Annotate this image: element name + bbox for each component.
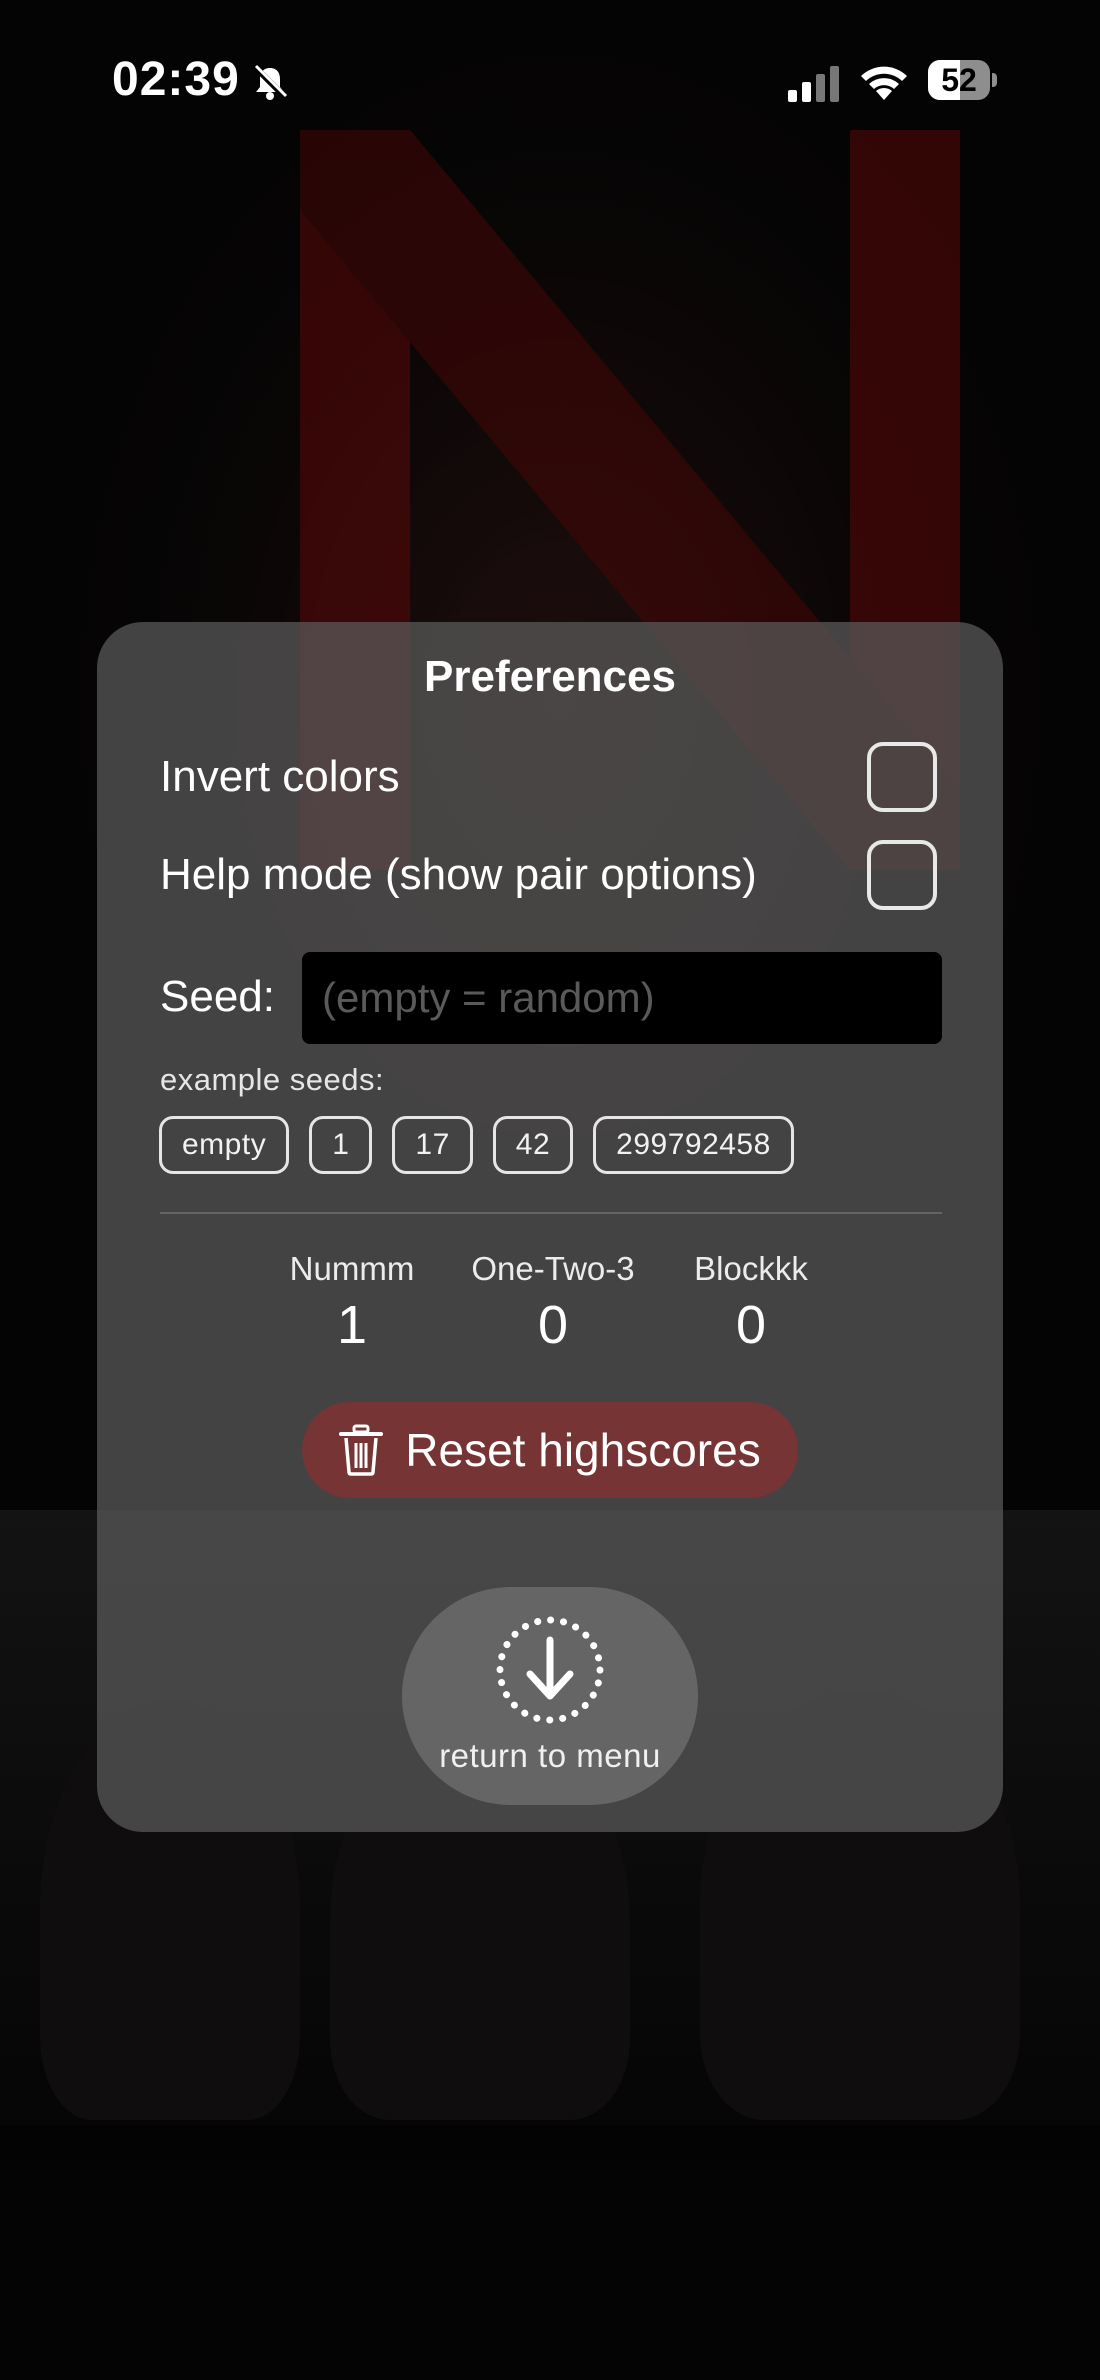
status-bar: 02:39 52	[0, 0, 1100, 165]
return-to-menu-label: return to menu	[439, 1737, 661, 1774]
game-score: 1	[336, 1295, 368, 1355]
seed-chip-42[interactable]: 42	[492, 1116, 574, 1174]
reset-highscores-label: Reset highscores	[405, 1424, 761, 1476]
help-mode-checkbox[interactable]	[867, 840, 937, 910]
example-seeds-list: empty 1 17 42 299792458	[159, 1116, 794, 1176]
example-seeds-label: example seeds:	[160, 1062, 385, 1097]
highscore-one-two-3: One-Two-3 0	[453, 1250, 653, 1356]
clock: 02:39	[112, 53, 240, 106]
game-score: 0	[735, 1295, 767, 1355]
return-to-menu-button[interactable]: return to menu	[402, 1587, 698, 1805]
divider	[160, 1212, 942, 1214]
invert-colors-checkbox[interactable]	[867, 742, 937, 812]
wifi-icon	[861, 66, 907, 100]
bell-slash-icon	[252, 64, 288, 100]
seed-chip-299792458[interactable]: 299792458	[593, 1116, 794, 1174]
highscores: Nummm 1 One-Two-3 0 Blockkk 0	[97, 1250, 1003, 1360]
preferences-panel: Preferences Invert colors Help mode (sho…	[97, 622, 1003, 1832]
game-name: One-Two-3	[471, 1250, 635, 1287]
seed-input[interactable]	[302, 952, 942, 1044]
invert-colors-label: Invert colors	[160, 752, 400, 801]
battery-level: 52	[941, 62, 977, 98]
seed-chip-1[interactable]: 1	[309, 1116, 373, 1174]
signal-icon	[788, 66, 839, 102]
help-mode-label: Help mode (show pair options)	[160, 850, 757, 899]
arrow-down-circle-dotted-icon	[496, 1616, 604, 1724]
trash-icon	[339, 1424, 384, 1476]
battery-icon: 52	[928, 60, 998, 104]
seed-label: Seed:	[160, 972, 275, 1021]
highscore-blockkk: Blockkk 0	[651, 1250, 851, 1356]
highscore-nummm: Nummm 1	[252, 1250, 452, 1356]
game-name: Blockkk	[694, 1250, 808, 1287]
seed-chip-empty[interactable]: empty	[159, 1116, 290, 1174]
reset-highscores-button[interactable]: Reset highscores	[302, 1402, 798, 1498]
game-name: Nummm	[289, 1250, 415, 1287]
game-score: 0	[537, 1295, 569, 1355]
seed-chip-17[interactable]: 17	[392, 1116, 473, 1174]
panel-title: Preferences	[424, 652, 676, 701]
